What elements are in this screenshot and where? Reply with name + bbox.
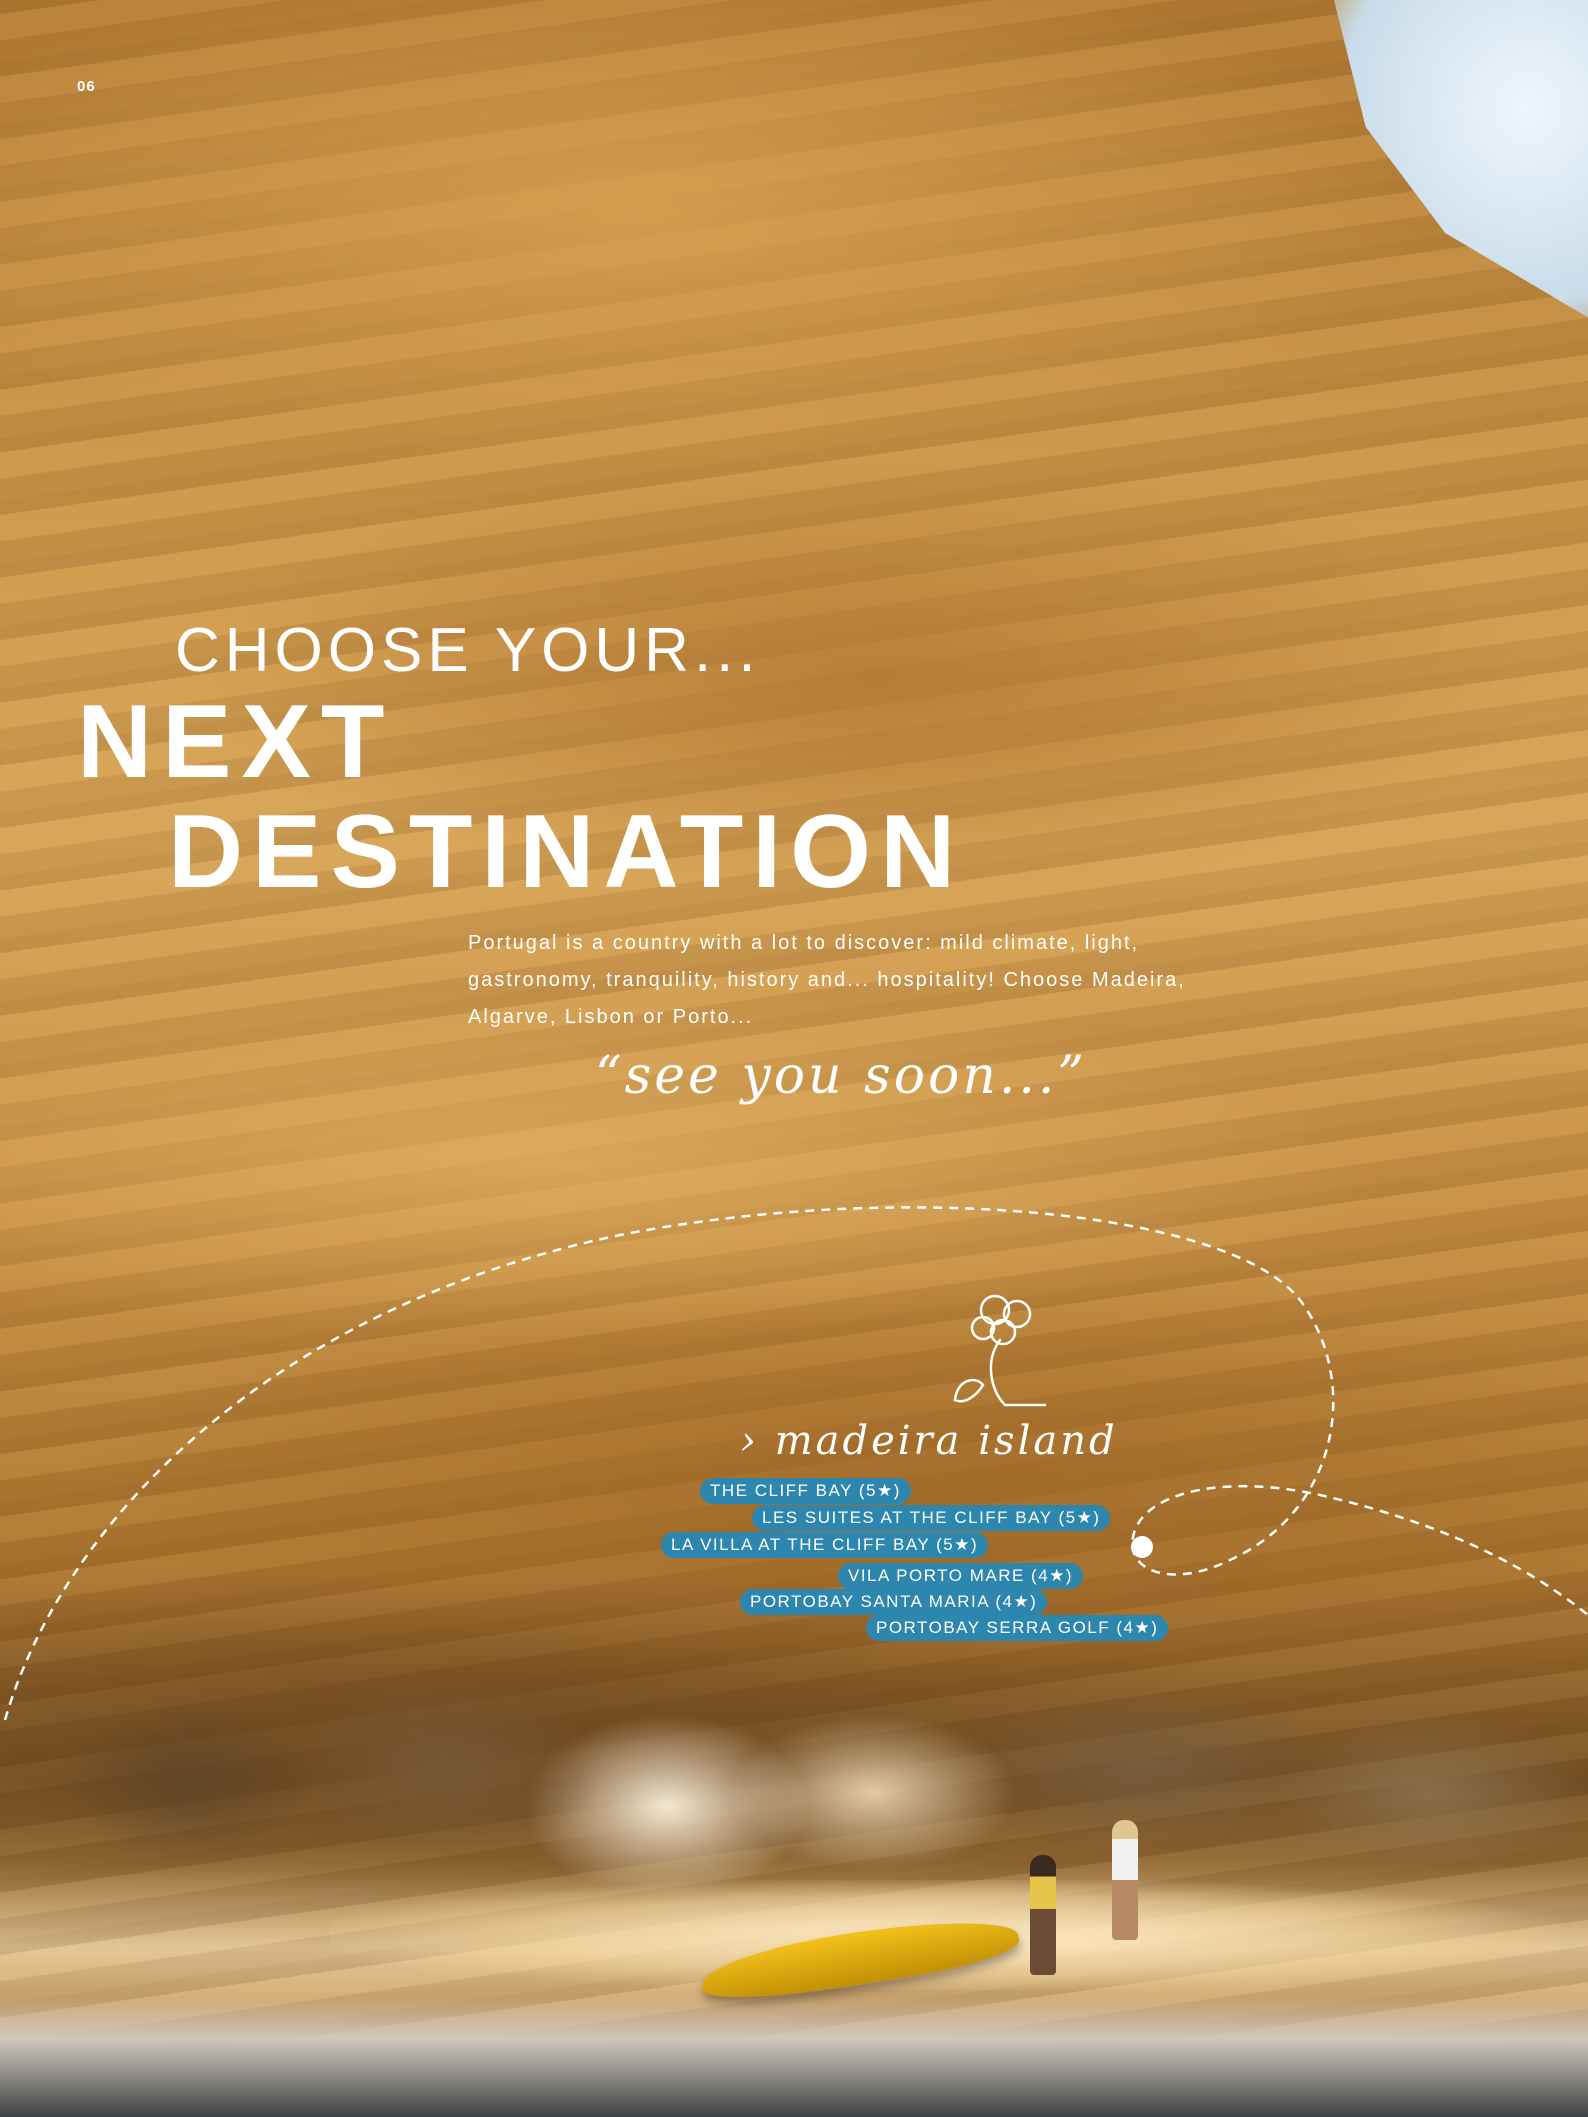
hotel-badge-the-cliff-bay[interactable]: THE CLIFF BAY (5★): [700, 1478, 911, 1504]
headline-next: NEXT: [77, 684, 395, 800]
hotel-badge-la-villa[interactable]: LA VILLA AT THE CLIFF BAY (5★): [661, 1532, 989, 1558]
hotel-badge-portobay-santa-maria[interactable]: PORTOBAY SANTA MARIA (4★): [740, 1589, 1048, 1615]
kayaker-person: [1030, 1855, 1056, 1975]
hotel-badge-vila-porto-mare[interactable]: VILA PORTO MARE (4★): [838, 1563, 1084, 1589]
sea-surf: [0, 1997, 1588, 2117]
headline-destination: DESTINATION: [168, 794, 965, 910]
page-number: 06: [77, 78, 96, 95]
headline-choose: CHOOSE YOUR...: [175, 616, 761, 685]
hotel-badge-portobay-serra-golf[interactable]: PORTOBAY SERRA GOLF (4★): [866, 1615, 1169, 1641]
kayaker-person: [1112, 1820, 1138, 1940]
region-label-madeira: › madeira island: [740, 1418, 1118, 1464]
intro-text: Portugal is a country with a lot to disc…: [468, 932, 1186, 1028]
tagline: “see you soon...”: [595, 1046, 1088, 1106]
tree-icon: [953, 1294, 1047, 1407]
hotel-badge-les-suites[interactable]: LES SUITES AT THE CLIFF BAY (5★): [752, 1505, 1111, 1531]
route-dot: [1131, 1536, 1153, 1558]
